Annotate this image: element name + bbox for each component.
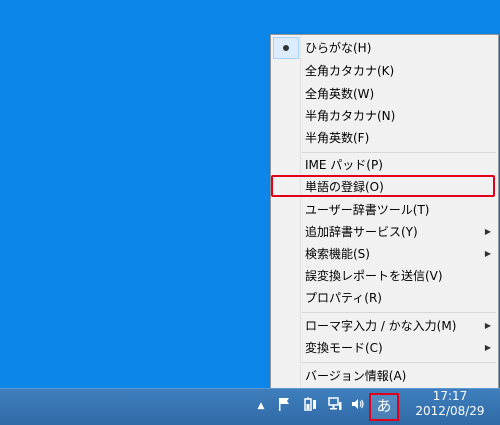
menu-item-input-method[interactable]: ローマ字入力 / かな入力(M) ▶	[271, 315, 498, 337]
menu-item-label: 半角カタカナ(N)	[305, 109, 396, 123]
menu-item-properties[interactable]: プロパティ(R)	[271, 287, 498, 309]
menu-item-ime-pad[interactable]: IME パッド(P)	[271, 154, 498, 176]
chevron-up-icon[interactable]: ▲	[254, 396, 268, 416]
flag-icon	[279, 398, 289, 411]
clock-time: 17:17	[432, 389, 468, 403]
menu-item-label: 全角英数(W)	[305, 87, 375, 101]
submenu-arrow-icon: ▶	[484, 321, 491, 330]
menu-item-label: ひらがな(H)	[305, 41, 372, 55]
menu-item-halfwidth-alphanumeric[interactable]: 半角英数(F)	[271, 127, 498, 149]
ime-mode-indicator[interactable]: あ	[369, 393, 399, 421]
menu-item-label: 誤変換レポートを送信(V)	[305, 269, 443, 283]
menu-item-version-info[interactable]: バージョン情報(A)	[271, 365, 498, 387]
action-center-flag-icon[interactable]	[274, 396, 294, 416]
menu-item-conversion-mode[interactable]: 変換モード(C) ▶	[271, 337, 498, 359]
ime-mode-label: あ	[376, 397, 392, 415]
monitor-network-icon	[328, 397, 342, 410]
menu-separator	[302, 152, 496, 153]
menu-item-additional-dictionary-service[interactable]: 追加辞書サービス(Y) ▶	[271, 221, 498, 243]
menu-item-label: IME パッド(P)	[305, 158, 383, 172]
word-registration-highlight	[271, 175, 495, 197]
menu-item-label: ユーザー辞書ツール(T)	[305, 203, 430, 217]
menu-item-label: 全角カタカナ(K)	[305, 64, 395, 78]
clock-date: 2012/08/29	[415, 404, 485, 418]
menu-separator	[302, 362, 496, 363]
menu-item-label: 検索機能(S)	[305, 247, 370, 261]
power-icon[interactable]	[300, 396, 320, 416]
menu-item-fullwidth-alphanumeric[interactable]: 全角英数(W)	[271, 83, 498, 105]
network-icon[interactable]	[325, 396, 345, 416]
menu-item-halfwidth-katakana[interactable]: 半角カタカナ(N)	[271, 105, 498, 127]
menu-item-label: 半角英数(F)	[305, 131, 370, 145]
menu-item-send-misconversion-report[interactable]: 誤変換レポートを送信(V)	[271, 265, 498, 287]
menu-item-fullwidth-katakana[interactable]: 全角カタカナ(K)	[271, 60, 498, 82]
submenu-arrow-icon: ▶	[484, 249, 491, 258]
battery-plug-icon	[304, 397, 316, 411]
menu-item-hiragana[interactable]: ひらがな(H)	[271, 37, 498, 59]
menu-item-label: バージョン情報(A)	[305, 369, 407, 383]
menu-item-user-dictionary-tool[interactable]: ユーザー辞書ツール(T)	[271, 199, 498, 221]
submenu-arrow-icon: ▶	[484, 227, 491, 236]
menu-item-label: 変換モード(C)	[305, 341, 383, 355]
speaker-icon	[352, 399, 364, 409]
menu-item-label: 追加辞書サービス(Y)	[305, 225, 418, 239]
ime-context-menu: ひらがな(H) 全角カタカナ(K) 全角英数(W) 半角カタカナ(N) 半角英数…	[270, 34, 499, 389]
menu-item-label: プロパティ(R)	[305, 291, 382, 305]
volume-icon[interactable]	[349, 396, 367, 416]
menu-separator	[302, 312, 496, 313]
taskbar-clock[interactable]: 17:17 2012/08/29	[405, 389, 495, 419]
menu-item-search-function[interactable]: 検索機能(S) ▶	[271, 243, 498, 265]
submenu-arrow-icon: ▶	[484, 343, 491, 352]
menu-item-label: ローマ字入力 / かな入力(M)	[305, 319, 457, 333]
